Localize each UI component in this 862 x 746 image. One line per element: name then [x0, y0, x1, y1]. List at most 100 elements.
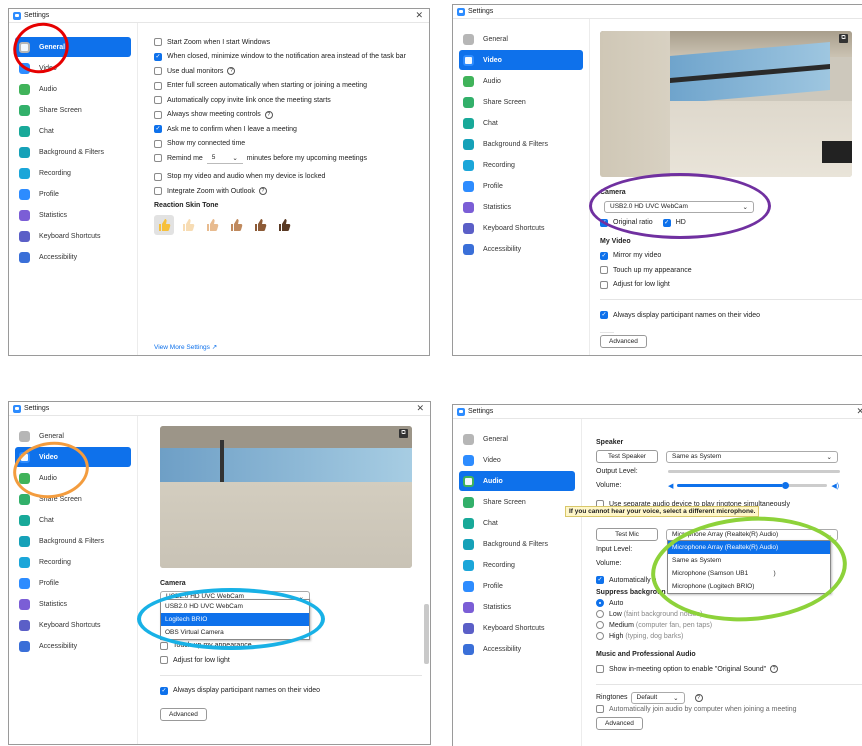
general-option-checkbox[interactable]: ✓	[154, 125, 162, 134]
speaker-volume-slider[interactable]	[677, 482, 828, 490]
slider-thumb[interactable]	[782, 482, 790, 490]
original-sound-checkbox[interactable]	[596, 665, 604, 674]
sidebar-item-video[interactable]: Video	[15, 58, 131, 78]
advanced-button[interactable]: Advanced	[160, 708, 207, 721]
help-icon[interactable]: ?	[264, 110, 273, 119]
remind-checkbox[interactable]	[154, 154, 162, 163]
touch-up-checkbox[interactable]	[160, 641, 168, 650]
close-icon[interactable]: ✕	[856, 406, 862, 417]
skin-tone-thumb-icon[interactable]	[274, 215, 294, 235]
general-option-checkbox[interactable]	[154, 139, 162, 148]
sidebar-item-background-filters[interactable]: Background & Filters	[15, 142, 131, 162]
mic-option[interactable]: Microphone (Logitech BRIO)	[668, 580, 830, 593]
sidebar-item-keyboard-shortcuts[interactable]: Keyboard Shortcuts	[459, 618, 575, 638]
suppress-medium-radio[interactable]	[596, 621, 604, 629]
help-icon[interactable]: ?	[770, 665, 779, 674]
advanced-button[interactable]: Advanced	[596, 717, 643, 730]
outlook-checkbox[interactable]	[154, 187, 162, 196]
sidebar-item-accessibility[interactable]: Accessibility	[459, 239, 583, 259]
sidebar-item-audio[interactable]: Audio	[15, 79, 131, 99]
camera-option[interactable]: Logitech BRIO	[161, 613, 309, 626]
suppress-auto-radio[interactable]	[596, 599, 604, 607]
test-speaker-button[interactable]: Test Speaker	[596, 450, 658, 464]
touch-up-checkbox[interactable]	[600, 266, 608, 275]
sidebar-item-share-screen[interactable]: Share Screen	[459, 92, 583, 112]
sidebar-item-accessibility[interactable]: Accessibility	[459, 639, 575, 659]
sidebar-item-general[interactable]: General	[459, 429, 575, 449]
mic-select[interactable]: Microphone Array (Realtek(R) Audio) ⌄	[666, 528, 838, 541]
skin-tone-thumb-icon[interactable]	[250, 215, 270, 235]
close-icon[interactable]: ✕	[415, 10, 423, 21]
expand-icon[interactable]: ⧉	[399, 429, 408, 438]
sidebar-item-share-screen[interactable]: Share Screen	[15, 100, 131, 120]
sidebar-item-keyboard-shortcuts[interactable]: Keyboard Shortcuts	[15, 226, 131, 246]
test-mic-button[interactable]: Test Mic	[596, 528, 658, 542]
sidebar-item-chat[interactable]: Chat	[15, 121, 131, 141]
sidebar-item-recording[interactable]: Recording	[15, 552, 131, 572]
sidebar-item-share-screen[interactable]: Share Screen	[459, 492, 575, 512]
auto-join-checkbox[interactable]	[596, 705, 604, 713]
expand-icon[interactable]: ⧉	[839, 34, 848, 43]
skin-tone-thumb-icon[interactable]	[226, 215, 246, 235]
mirror-checkbox[interactable]: ✓	[600, 251, 608, 260]
sidebar-item-recording[interactable]: Recording	[459, 155, 583, 175]
always-display-checkbox[interactable]: ✓	[160, 686, 168, 695]
advanced-button[interactable]: Advanced	[600, 334, 647, 348]
help-icon[interactable]: ?	[258, 187, 267, 196]
sidebar-item-video[interactable]: Video	[459, 50, 583, 70]
sidebar-item-general[interactable]: General	[459, 29, 583, 49]
help-icon[interactable]: ?	[694, 693, 703, 702]
remind-minutes-select[interactable]: 5 ⌄	[206, 152, 243, 165]
sidebar-item-recording[interactable]: Recording	[15, 163, 131, 183]
hd-checkbox[interactable]: ✓	[662, 218, 671, 227]
sidebar-item-profile[interactable]: Profile	[459, 176, 583, 196]
sidebar-item-profile[interactable]: Profile	[15, 184, 131, 204]
sidebar-item-share-screen[interactable]: Share Screen	[15, 489, 131, 509]
general-option-checkbox[interactable]	[154, 67, 162, 76]
sidebar-item-statistics[interactable]: Statistics	[15, 205, 131, 225]
always-display-checkbox[interactable]: ✓	[600, 311, 608, 320]
close-icon[interactable]: ✕	[416, 403, 424, 414]
speaker-select[interactable]: Same as System ⌄	[666, 450, 838, 463]
general-option-checkbox[interactable]	[154, 96, 162, 105]
sidebar-item-audio[interactable]: Audio	[459, 71, 583, 91]
sidebar-item-keyboard-shortcuts[interactable]: Keyboard Shortcuts	[15, 615, 131, 635]
camera-select[interactable]: USB2.0 HD UVC WebCam ⌄	[604, 200, 754, 213]
sidebar-item-statistics[interactable]: Statistics	[459, 597, 575, 617]
sidebar-item-background-filters[interactable]: Background & Filters	[459, 134, 583, 154]
sidebar-item-audio[interactable]: Audio	[459, 471, 575, 491]
sidebar-item-recording[interactable]: Recording	[459, 555, 575, 575]
sidebar-item-profile[interactable]: Profile	[15, 573, 131, 593]
sidebar-item-statistics[interactable]: Statistics	[459, 197, 583, 217]
mic-option[interactable]: Microphone Array (Realtek(R) Audio)	[668, 541, 830, 554]
ringtones-select[interactable]: Default ⌄	[630, 691, 685, 704]
low-light-checkbox[interactable]	[160, 656, 168, 665]
sidebar-item-accessibility[interactable]: Accessibility	[15, 247, 131, 267]
general-option-checkbox[interactable]: ✓	[154, 52, 162, 61]
sidebar-item-audio[interactable]: Audio	[15, 468, 131, 488]
sidebar-item-general[interactable]: General	[15, 426, 131, 446]
skin-tone-thumb-icon[interactable]	[154, 215, 174, 235]
low-light-checkbox[interactable]	[600, 280, 608, 289]
sidebar-item-keyboard-shortcuts[interactable]: Keyboard Shortcuts	[459, 218, 583, 238]
sidebar-item-chat[interactable]: Chat	[459, 113, 583, 133]
sidebar-item-chat[interactable]: Chat	[15, 510, 131, 530]
view-more-link[interactable]: View More Settings ↗	[154, 343, 217, 351]
help-icon[interactable]: ?	[227, 67, 236, 76]
suppress-low-radio[interactable]	[596, 610, 604, 618]
general-option-checkbox[interactable]	[154, 38, 162, 47]
general-option-checkbox[interactable]	[154, 81, 162, 90]
stop-video-checkbox[interactable]	[154, 172, 162, 181]
auto-adjust-checkbox[interactable]: ✓	[596, 576, 604, 585]
original-ratio-checkbox[interactable]: ✓	[600, 218, 608, 227]
sidebar-item-chat[interactable]: Chat	[459, 513, 575, 533]
camera-option[interactable]: USB2.0 HD UVC WebCam	[161, 600, 309, 613]
skin-tone-thumb-icon[interactable]	[202, 215, 222, 235]
sidebar-item-general[interactable]: General	[15, 37, 131, 57]
camera-option[interactable]: OBS Virtual Camera	[161, 626, 309, 639]
mic-option[interactable]: Microphone (Samson UB1 )	[668, 567, 830, 580]
sidebar-item-statistics[interactable]: Statistics	[15, 594, 131, 614]
sidebar-item-video[interactable]: Video	[15, 447, 131, 467]
mic-option[interactable]: Same as System	[668, 554, 830, 567]
suppress-high-radio[interactable]	[596, 632, 604, 640]
